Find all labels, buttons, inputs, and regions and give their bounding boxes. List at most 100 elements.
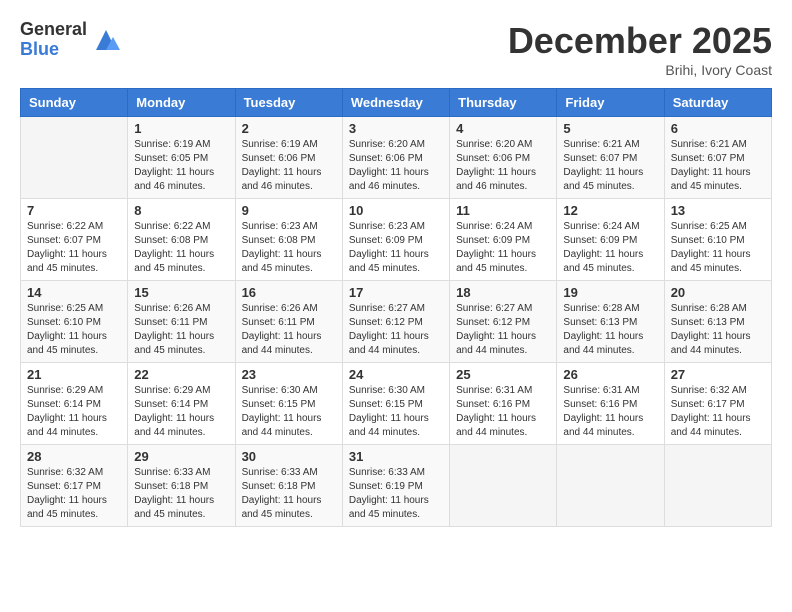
day-number: 18 [456, 285, 550, 300]
logo-icon [91, 25, 121, 55]
weekday-header: Friday [557, 89, 664, 117]
day-info: Sunrise: 6:29 AMSunset: 6:14 PMDaylight:… [134, 384, 228, 440]
day-number: 13 [671, 203, 765, 218]
calendar-cell: 20 Sunrise: 6:28 AMSunset: 6:13 PMDayligh… [664, 281, 771, 363]
calendar-cell: 14 Sunrise: 6:25 AMSunset: 6:10 PMDayligh… [21, 281, 128, 363]
day-info: Sunrise: 6:33 AMSunset: 6:19 PMDaylight:… [349, 466, 443, 522]
calendar-cell: 11Sunrise: 6:24 AMSunset: 6:09 PMDayligh… [450, 199, 557, 281]
day-number: 25 [456, 367, 550, 382]
calendar-week-row: 7Sunrise: 6:22 AMSunset: 6:07 PMDaylight… [21, 199, 772, 281]
weekday-header: Wednesday [342, 89, 449, 117]
day-number: 23 [242, 367, 336, 382]
calendar-cell: 9 Sunrise: 6:23 AMSunset: 6:08 PMDaylight… [235, 199, 342, 281]
day-info: Sunrise: 6:25 AMSunset: 6:10 PMDaylight:… [27, 302, 121, 358]
calendar-cell: 2 Sunrise: 6:19 AMSunset: 6:06 PMDaylight… [235, 117, 342, 199]
calendar-week-row: 14 Sunrise: 6:25 AMSunset: 6:10 PMDayligh… [21, 281, 772, 363]
day-number: 9 [242, 203, 336, 218]
calendar-cell [450, 445, 557, 527]
day-info: Sunrise: 6:27 AMSunset: 6:12 PMDaylight:… [349, 302, 443, 358]
day-info: Sunrise: 6:27 AMSunset: 6:12 PMDaylight:… [456, 302, 550, 358]
day-info: Sunrise: 6:33 AMSunset: 6:18 PMDaylight:… [242, 466, 336, 522]
calendar-cell: 31Sunrise: 6:33 AMSunset: 6:19 PMDayligh… [342, 445, 449, 527]
calendar-cell [557, 445, 664, 527]
day-number: 22 [134, 367, 228, 382]
calendar-cell: 17 Sunrise: 6:27 AMSunset: 6:12 PMDayligh… [342, 281, 449, 363]
day-number: 1 [134, 121, 228, 136]
day-number: 30 [242, 449, 336, 464]
calendar-cell: 8 Sunrise: 6:22 AMSunset: 6:08 PMDaylight… [128, 199, 235, 281]
day-number: 27 [671, 367, 765, 382]
calendar-cell: 29Sunrise: 6:33 AMSunset: 6:18 PMDayligh… [128, 445, 235, 527]
day-info: Sunrise: 6:20 AMSunset: 6:06 PMDaylight:… [456, 138, 550, 194]
day-number: 15 [134, 285, 228, 300]
day-info: Sunrise: 6:28 AMSunset: 6:13 PMDaylight:… [671, 302, 765, 358]
day-number: 14 [27, 285, 121, 300]
day-info: Sunrise: 6:19 AMSunset: 6:06 PMDaylight:… [242, 138, 336, 194]
day-number: 7 [27, 203, 121, 218]
day-info: Sunrise: 6:24 AMSunset: 6:09 PMDaylight:… [456, 220, 550, 276]
calendar-cell: 5Sunrise: 6:21 AMSunset: 6:07 PMDaylight… [557, 117, 664, 199]
calendar-cell: 15 Sunrise: 6:26 AMSunset: 6:11 PMDayligh… [128, 281, 235, 363]
weekday-header: Sunday [21, 89, 128, 117]
day-number: 21 [27, 367, 121, 382]
day-info: Sunrise: 6:32 AMSunset: 6:17 PMDaylight:… [27, 466, 121, 522]
day-info: Sunrise: 6:22 AMSunset: 6:08 PMDaylight:… [134, 220, 228, 276]
day-info: Sunrise: 6:23 AMSunset: 6:08 PMDaylight:… [242, 220, 336, 276]
day-number: 2 [242, 121, 336, 136]
page-header: General Blue December 2025 Brihi, Ivory … [20, 20, 772, 78]
day-number: 20 [671, 285, 765, 300]
calendar-week-row: 21 Sunrise: 6:29 AMSunset: 6:14 PMDayligh… [21, 363, 772, 445]
day-number: 26 [563, 367, 657, 382]
logo-text: General Blue [20, 20, 87, 60]
calendar-cell: 23 Sunrise: 6:30 AMSunset: 6:15 PMDayligh… [235, 363, 342, 445]
calendar-cell: 6 Sunrise: 6:21 AMSunset: 6:07 PMDaylight… [664, 117, 771, 199]
calendar-cell: 24Sunrise: 6:30 AMSunset: 6:15 PMDayligh… [342, 363, 449, 445]
calendar-cell: 10Sunrise: 6:23 AMSunset: 6:09 PMDayligh… [342, 199, 449, 281]
calendar-cell: 28 Sunrise: 6:32 AMSunset: 6:17 PMDayligh… [21, 445, 128, 527]
logo: General Blue [20, 20, 121, 60]
calendar-cell [21, 117, 128, 199]
calendar-cell: 18 Sunrise: 6:27 AMSunset: 6:12 PMDayligh… [450, 281, 557, 363]
day-number: 17 [349, 285, 443, 300]
day-number: 12 [563, 203, 657, 218]
calendar-cell: 21Sunrise: 6:29 AMSunset: 6:14 PMDayligh… [21, 363, 128, 445]
month-title: December 2025 [508, 20, 772, 62]
day-info: Sunrise: 6:25 AMSunset: 6:10 PMDaylight:… [671, 220, 765, 276]
day-number: 10 [349, 203, 443, 218]
day-number: 28 [27, 449, 121, 464]
day-info: Sunrise: 6:31 AMSunset: 6:16 PMDaylight:… [563, 384, 657, 440]
calendar-cell: 1Sunrise: 6:19 AMSunset: 6:05 PMDaylight… [128, 117, 235, 199]
day-info: Sunrise: 6:28 AMSunset: 6:13 PMDaylight:… [563, 302, 657, 358]
day-info: Sunrise: 6:26 AMSunset: 6:11 PMDaylight:… [242, 302, 336, 358]
calendar-week-row: 1Sunrise: 6:19 AMSunset: 6:05 PMDaylight… [21, 117, 772, 199]
weekday-header: Monday [128, 89, 235, 117]
day-info: Sunrise: 6:30 AMSunset: 6:15 PMDaylight:… [242, 384, 336, 440]
day-number: 6 [671, 121, 765, 136]
day-number: 16 [242, 285, 336, 300]
calendar-cell: 22 Sunrise: 6:29 AMSunset: 6:14 PMDayligh… [128, 363, 235, 445]
day-number: 3 [349, 121, 443, 136]
day-number: 19 [563, 285, 657, 300]
logo-blue: Blue [20, 40, 87, 60]
day-info: Sunrise: 6:26 AMSunset: 6:11 PMDaylight:… [134, 302, 228, 358]
day-info: Sunrise: 6:32 AMSunset: 6:17 PMDaylight:… [671, 384, 765, 440]
day-number: 5 [563, 121, 657, 136]
day-number: 4 [456, 121, 550, 136]
title-section: December 2025 Brihi, Ivory Coast [508, 20, 772, 78]
calendar-cell: 27 Sunrise: 6:32 AMSunset: 6:17 PMDayligh… [664, 363, 771, 445]
calendar-cell: 7Sunrise: 6:22 AMSunset: 6:07 PMDaylight… [21, 199, 128, 281]
day-info: Sunrise: 6:21 AMSunset: 6:07 PMDaylight:… [671, 138, 765, 194]
weekday-header: Saturday [664, 89, 771, 117]
location: Brihi, Ivory Coast [508, 62, 772, 78]
day-info: Sunrise: 6:30 AMSunset: 6:15 PMDaylight:… [349, 384, 443, 440]
day-number: 29 [134, 449, 228, 464]
calendar-cell: 13 Sunrise: 6:25 AMSunset: 6:10 PMDayligh… [664, 199, 771, 281]
weekday-header: Thursday [450, 89, 557, 117]
calendar-cell: 12Sunrise: 6:24 AMSunset: 6:09 PMDayligh… [557, 199, 664, 281]
calendar-cell: 3Sunrise: 6:20 AMSunset: 6:06 PMDaylight… [342, 117, 449, 199]
weekday-header: Tuesday [235, 89, 342, 117]
calendar-cell: 16 Sunrise: 6:26 AMSunset: 6:11 PMDayligh… [235, 281, 342, 363]
day-info: Sunrise: 6:31 AMSunset: 6:16 PMDaylight:… [456, 384, 550, 440]
day-number: 8 [134, 203, 228, 218]
calendar-cell: 26 Sunrise: 6:31 AMSunset: 6:16 PMDayligh… [557, 363, 664, 445]
